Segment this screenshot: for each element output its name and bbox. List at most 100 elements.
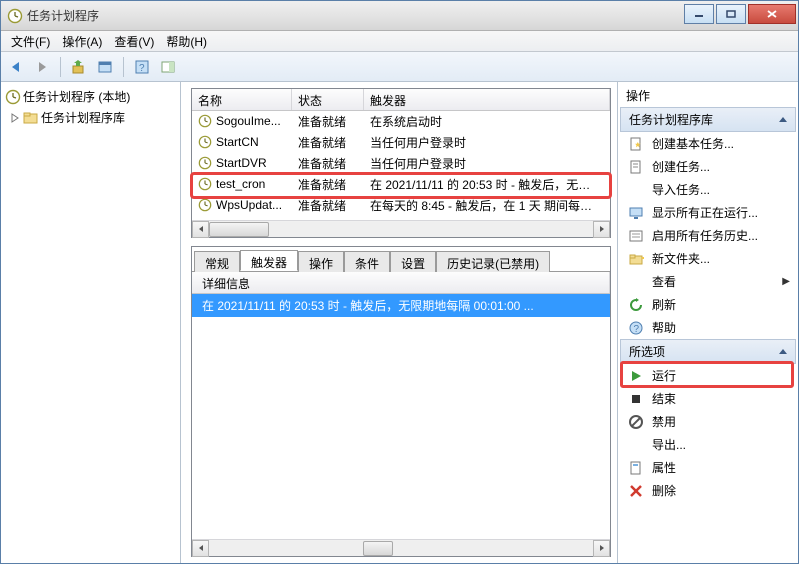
app-clock-icon <box>7 8 23 24</box>
folder-new-icon <box>628 251 644 267</box>
actions-title: 操作 <box>620 84 796 107</box>
action-label: 导出... <box>652 436 686 453</box>
menu-action[interactable]: 操作(A) <box>56 31 108 52</box>
refresh-icon <box>628 297 644 313</box>
action-创建基本任务...[interactable]: 创建基本任务... <box>620 132 796 155</box>
collapse-icon <box>779 349 787 354</box>
tab[interactable]: 条件 <box>344 251 390 272</box>
action-查看[interactable]: 查看▶ <box>620 270 796 293</box>
tab[interactable]: 设置 <box>390 251 436 272</box>
clock-icon <box>5 89 21 105</box>
task-trigger: 在 2021/11/11 的 20:53 时 - 触发后，无… <box>364 174 610 195</box>
tree-child[interactable]: 任务计划程序库 <box>3 107 178 128</box>
action-label: 显示所有正在运行... <box>652 204 758 221</box>
svg-text:?: ? <box>634 324 640 335</box>
main-panel: 名称 状态 触发器 SogouIme...准备就绪在系统启动时StartCN准备… <box>181 82 618 563</box>
close-button[interactable] <box>748 4 796 24</box>
table-row[interactable]: WpsUpdat...准备就绪在每天的 8:45 - 触发后，在 1 天 期间每… <box>192 195 610 216</box>
tree-root[interactable]: 任务计划程序 (本地) <box>3 86 178 107</box>
task-trigger: 在系统启动时 <box>364 111 610 132</box>
action-label: 刷新 <box>652 296 676 313</box>
tab[interactable]: 历史记录(已禁用) <box>436 251 550 272</box>
props-icon <box>628 460 644 476</box>
blank-icon <box>628 182 644 198</box>
action-属性[interactable]: 属性 <box>620 456 796 479</box>
tab[interactable]: 触发器 <box>240 250 298 271</box>
menu-file[interactable]: 文件(F) <box>5 31 56 52</box>
delete-icon <box>628 483 644 499</box>
action-label: 属性 <box>652 459 676 476</box>
detail-scroll-right[interactable] <box>593 540 610 557</box>
selected-actions: 运行结束禁用导出... 属性删除 <box>620 364 796 502</box>
play-icon <box>628 368 644 384</box>
action-label: 创建基本任务... <box>652 135 734 152</box>
tab[interactable]: 操作 <box>298 251 344 272</box>
action-label: 结束 <box>652 390 676 407</box>
action-label: 帮助 <box>652 319 676 336</box>
col-header-trigger[interactable]: 触发器 <box>364 89 610 110</box>
task-state: 准备就绪 <box>292 174 364 195</box>
table-row[interactable]: StartCN准备就绪当任何用户登录时 <box>192 132 610 153</box>
task-list: 名称 状态 触发器 SogouIme...准备就绪在系统启动时StartCN准备… <box>191 88 611 238</box>
folder-icon <box>23 110 39 126</box>
action-删除[interactable]: 删除 <box>620 479 796 502</box>
detail-scroll-thumb[interactable] <box>363 541 393 556</box>
collapse-icon <box>779 117 787 122</box>
forward-button[interactable] <box>30 55 54 79</box>
scroll-left-button[interactable] <box>192 221 209 238</box>
action-创建任务...[interactable]: 创建任务... <box>620 155 796 178</box>
action-新文件夹...[interactable]: 新文件夹... <box>620 247 796 270</box>
actions-section-library[interactable]: 任务计划程序库 <box>620 107 796 132</box>
help-icon: ? <box>628 320 644 336</box>
action-结束[interactable]: 结束 <box>620 387 796 410</box>
menu-view[interactable]: 查看(V) <box>108 31 160 52</box>
back-button[interactable] <box>4 55 28 79</box>
library-actions: 创建基本任务... 创建任务... 导入任务... 显示所有正在运行... 启用所有任务… <box>620 132 796 339</box>
action-导入任务...[interactable]: 导入任务... <box>620 178 796 201</box>
action-帮助[interactable]: ? 帮助 <box>620 316 796 339</box>
task-trigger: 当任何用户登录时 <box>364 153 610 174</box>
actions-section-selected-label: 所选项 <box>629 343 665 360</box>
trigger-detail-row[interactable]: 在 2021/11/11 的 20:53 时 - 触发后，无限期地每隔 00:0… <box>192 294 610 317</box>
scroll-right-button[interactable] <box>593 221 610 238</box>
task-name: SogouIme... <box>216 114 281 128</box>
action-label: 禁用 <box>652 413 676 430</box>
menu-help[interactable]: 帮助(H) <box>160 31 213 52</box>
action-禁用[interactable]: 禁用 <box>620 410 796 433</box>
table-row[interactable]: test_cron准备就绪在 2021/11/11 的 20:53 时 - 触发… <box>192 174 610 195</box>
action-导出...[interactable]: 导出... <box>620 433 796 456</box>
task-state: 准备就绪 <box>292 111 364 132</box>
chevron-right-icon: ▶ <box>782 276 790 287</box>
col-header-state[interactable]: 状态 <box>292 89 364 110</box>
tab-content: 详细信息 在 2021/11/11 的 20:53 时 - 触发后，无限期地每隔… <box>192 271 610 556</box>
up-button[interactable] <box>67 55 91 79</box>
tree-root-label: 任务计划程序 (本地) <box>23 88 130 105</box>
action-启用所有任务历史...[interactable]: 启用所有任务历史... <box>620 224 796 247</box>
col-header-name[interactable]: 名称 <box>192 89 292 110</box>
table-row[interactable]: StartDVR准备就绪当任何用户登录时 <box>192 153 610 174</box>
detail-scroll-left[interactable] <box>192 540 209 557</box>
task-name: StartDVR <box>216 156 267 170</box>
maximize-button[interactable] <box>716 4 746 24</box>
action-label: 导入任务... <box>652 181 710 198</box>
show-hide-console-button[interactable] <box>93 55 117 79</box>
action-label: 新文件夹... <box>652 250 710 267</box>
show-action-pane-button[interactable] <box>156 55 180 79</box>
detail-header-label[interactable]: 详细信息 <box>192 272 610 293</box>
task-state: 准备就绪 <box>292 195 364 216</box>
task-trigger: 当任何用户登录时 <box>364 132 610 153</box>
scroll-thumb[interactable] <box>209 222 269 237</box>
tab[interactable]: 常规 <box>194 251 240 272</box>
action-刷新[interactable]: 刷新 <box>620 293 796 316</box>
detail-hscroll[interactable] <box>192 539 610 556</box>
body: 任务计划程序 (本地) 任务计划程序库 名称 状态 触发器 SogouIme..… <box>1 82 798 563</box>
task-list-header: 名称 状态 触发器 <box>192 89 610 111</box>
task-list-hscroll[interactable] <box>192 220 610 237</box>
minimize-button[interactable] <box>684 4 714 24</box>
action-运行[interactable]: 运行 <box>620 364 796 387</box>
table-row[interactable]: SogouIme... 准备就绪在系统启动时 <box>192 111 610 132</box>
actions-section-selected[interactable]: 所选项 <box>620 339 796 364</box>
help-button[interactable]: ? <box>130 55 154 79</box>
expand-icon[interactable] <box>9 112 21 124</box>
action-显示所有正在运行...[interactable]: 显示所有正在运行... <box>620 201 796 224</box>
